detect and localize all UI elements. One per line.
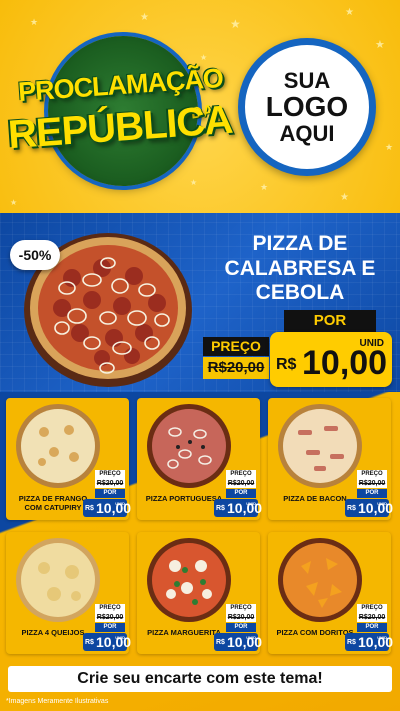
svg-text:★: ★: [345, 7, 354, 18]
logo-text-line1: SUA: [283, 68, 331, 94]
preco-label: PREÇO: [226, 470, 256, 479]
price-value: 10,00: [227, 500, 263, 516]
svg-text:★: ★: [375, 39, 385, 51]
por-label: POR: [357, 489, 387, 498]
por-label: POR: [226, 489, 256, 498]
price-value: 10,00: [358, 634, 394, 650]
pizza-doritos-image: [278, 538, 362, 622]
featured-product-name: PIZZA DE CALABRESA E CEBOLA: [224, 232, 376, 305]
disclaimer-text: *Imagens Meramente Ilustrativas: [6, 698, 109, 705]
pizza-marguerita-image: [147, 538, 231, 622]
preco-label: PREÇO: [226, 604, 256, 613]
currency: R$: [85, 639, 94, 646]
price-value: 10,00: [227, 634, 263, 650]
price-value: 10,00: [96, 500, 132, 516]
featured-price-value: 10,00: [302, 344, 388, 382]
por-label: POR: [357, 623, 387, 632]
featured-unit: UNID: [359, 338, 384, 349]
price-value: 10,00: [358, 500, 394, 516]
featured-old-price: R$20,00: [203, 357, 269, 379]
por-label: POR: [226, 623, 256, 632]
currency: R$: [216, 639, 225, 646]
unit: UNID: [115, 501, 125, 506]
price-value: 10,00: [96, 634, 132, 650]
product-card[interactable]: PIZZA DE FRANGO COM CATUPIRY PREÇO R$20,…: [6, 398, 131, 520]
old-price: R$20,00: [95, 613, 125, 622]
svg-text:★: ★: [260, 182, 268, 192]
old-price: R$20,00: [357, 613, 387, 622]
old-price: R$20,00: [226, 613, 256, 622]
unit: UNID: [377, 501, 387, 506]
currency: R$: [347, 505, 356, 512]
new-price: R$ 10,00 UNID: [214, 633, 262, 651]
flyer-page: ★ ★ ★ ★ ★ ★ ★ ★ ★ ★ ★ PROCLAMAÇÃO DA REP…: [0, 0, 400, 711]
discount-badge: -50%: [10, 240, 60, 270]
unit: UNID: [377, 635, 387, 640]
new-price: R$ 10,00 UNID: [345, 633, 393, 651]
preco-label: PREÇO: [357, 604, 387, 613]
old-price: R$20,00: [226, 479, 256, 488]
new-price: R$ 10,00 UNID: [345, 499, 393, 517]
new-price: R$ 10,00 UNID: [83, 633, 131, 651]
logo-text-line3: AQUI: [279, 120, 335, 146]
unit: UNID: [115, 635, 125, 640]
preco-label: PREÇO: [357, 470, 387, 479]
cta-banner[interactable]: Crie seu encarte com este tema!: [8, 666, 392, 692]
featured-preco-label: PREÇO: [203, 337, 269, 356]
old-price: R$20,00: [95, 479, 125, 488]
currency: R$: [347, 639, 356, 646]
svg-text:★: ★: [140, 12, 149, 23]
currency: R$: [85, 505, 94, 512]
product-card[interactable]: PIZZA COM DORITOS PREÇO R$20,00 POR R$ 1…: [268, 532, 393, 654]
preco-label: PREÇO: [95, 470, 125, 479]
pizza-portuguesa-image: [147, 404, 231, 488]
unit: UNID: [246, 501, 256, 506]
new-price: R$ 10,00 UNID: [83, 499, 131, 517]
logo-text-line2: LOGO: [265, 91, 349, 123]
product-card[interactable]: PIZZA PORTUGUESA PREÇO R$20,00 POR R$ 10…: [137, 398, 262, 520]
pizza-bacon-image: [278, 404, 362, 488]
currency: R$: [216, 505, 225, 512]
por-label: POR: [95, 623, 125, 632]
preco-label: PREÇO: [95, 604, 125, 613]
por-label: POR: [95, 489, 125, 498]
product-card[interactable]: PIZZA 4 QUEIJOS PREÇO R$20,00 POR R$ 10,…: [6, 532, 131, 654]
featured-new-price: R$ 10,00 UNID: [270, 332, 392, 387]
logo-placeholder: SUA LOGO AQUI: [238, 38, 376, 176]
svg-text:★: ★: [385, 142, 393, 152]
event-logo: PROCLAMAÇÃO DA REPÚBLICA: [7, 26, 234, 201]
featured-por-label: POR: [284, 310, 376, 332]
pizza-4-queijos-image: [16, 538, 100, 622]
new-price: R$ 10,00 UNID: [214, 499, 262, 517]
product-card[interactable]: PIZZA MARGUERITA PREÇO R$20,00 POR R$ 10…: [137, 532, 262, 654]
svg-text:★: ★: [340, 192, 349, 203]
product-card[interactable]: PIZZA DE BACON PREÇO R$20,00 POR R$ 10,0…: [268, 398, 393, 520]
unit: UNID: [246, 635, 256, 640]
featured-currency: R$: [276, 356, 297, 373]
pizza-frango-catupiry-image: [16, 404, 100, 488]
old-price: R$20,00: [357, 479, 387, 488]
